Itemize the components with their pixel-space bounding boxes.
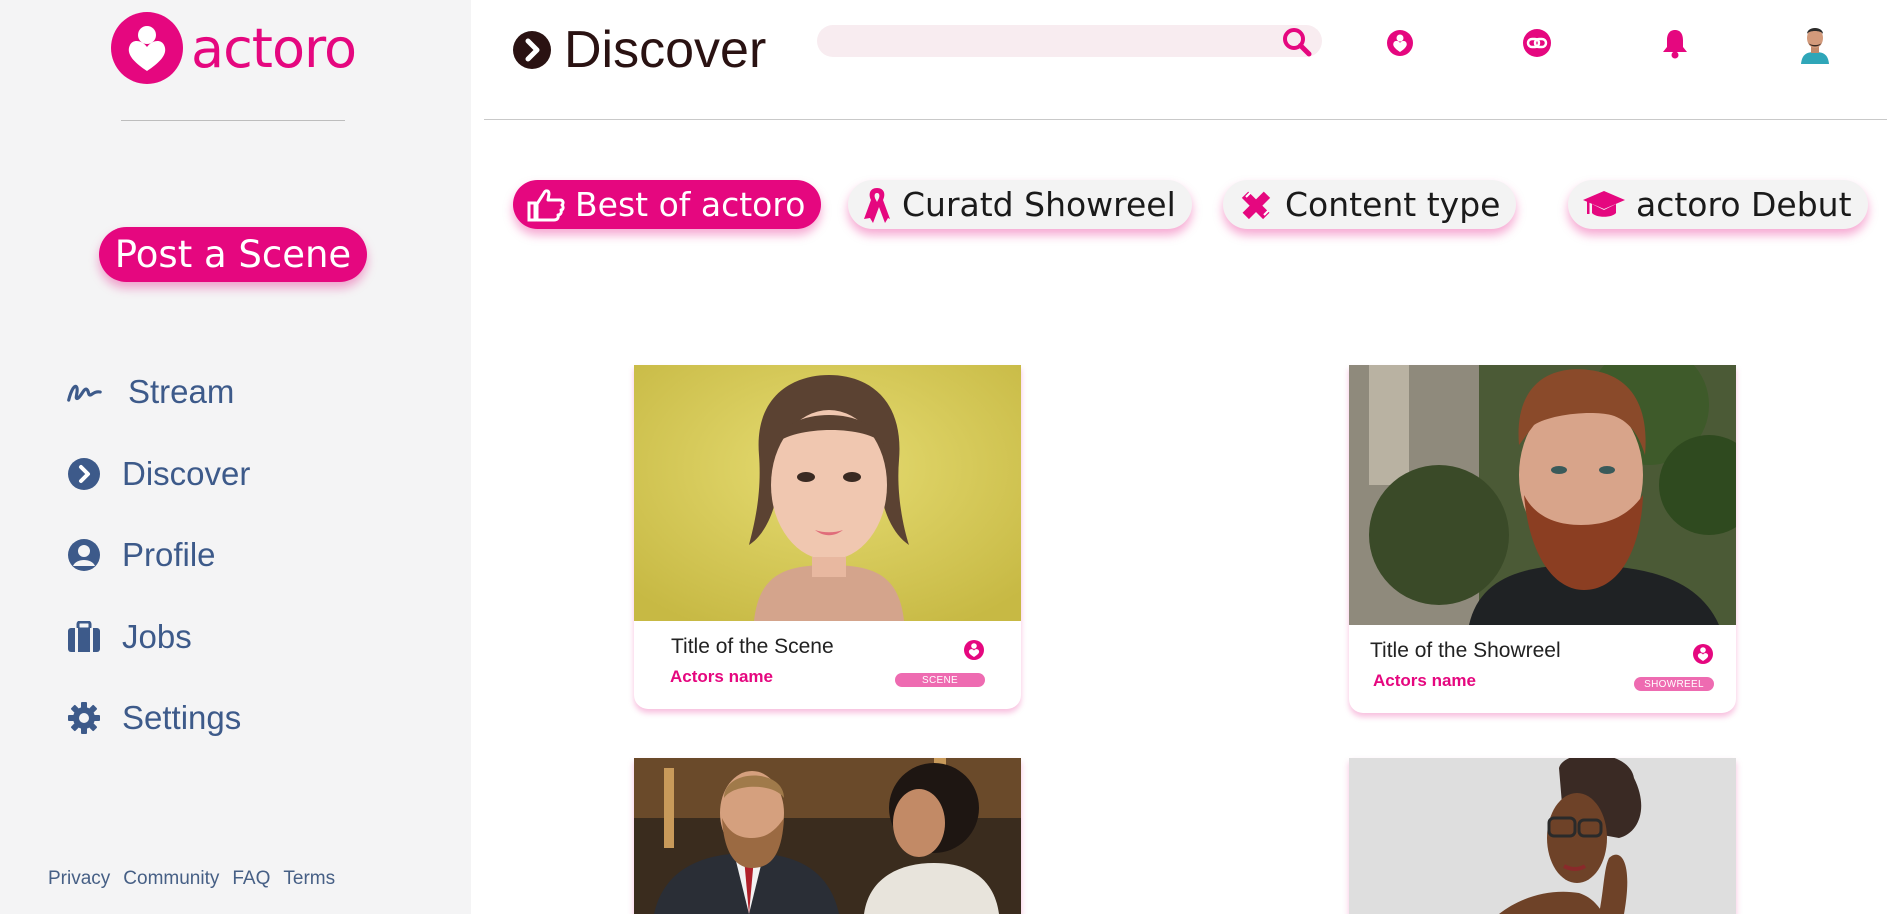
sidebar-item-profile[interactable]: Profile xyxy=(66,536,216,574)
sidebar-item-label: Settings xyxy=(122,699,242,736)
actoro-logo-icon xyxy=(111,12,183,84)
actoro-heart-icon[interactable] xyxy=(963,639,985,666)
footer-link-faq[interactable]: FAQ xyxy=(232,868,270,890)
sidebar-item-label: Profile xyxy=(122,536,216,573)
pencil-ruler-icon xyxy=(1241,191,1271,219)
footer-link-community[interactable]: Community xyxy=(123,868,219,890)
actoro-heart-icon[interactable] xyxy=(1382,25,1418,61)
filter-content-type[interactable]: Content type xyxy=(1223,180,1517,229)
content-type-badge: SCENE xyxy=(895,673,985,687)
search-icon[interactable] xyxy=(1282,27,1312,62)
sidebar-item-settings[interactable]: Settings xyxy=(66,699,241,737)
filter-label: Curatd Showreel xyxy=(902,185,1176,224)
chevron-circle-right-icon xyxy=(66,456,102,492)
thumbs-up-icon xyxy=(527,188,565,221)
page-title: Discover xyxy=(512,20,766,80)
scene-card[interactable] xyxy=(634,758,1021,914)
scene-card[interactable]: Title of the Scene Actors name SCENE xyxy=(634,365,1021,709)
sidebar-item-label: Jobs xyxy=(122,618,192,655)
search-bar xyxy=(817,25,1322,57)
filter-label: Best of actoro xyxy=(575,185,806,224)
filter-curated-showreel[interactable]: Curatd Showreel xyxy=(848,180,1192,229)
showreel-card[interactable] xyxy=(1349,758,1736,914)
sidebar-item-label: Discover xyxy=(122,455,251,492)
chevron-circle-right-icon xyxy=(513,31,551,69)
link-icon[interactable] xyxy=(1519,25,1555,61)
card-title: Title of the Showreel xyxy=(1370,639,1561,662)
sidebar-item-jobs[interactable]: Jobs xyxy=(66,618,192,656)
briefcase-icon xyxy=(66,619,102,655)
sidebar: actoro Post a Scene Stream Discover Prof… xyxy=(0,0,471,914)
bell-icon[interactable] xyxy=(1657,25,1693,61)
ribbon-icon xyxy=(864,187,890,223)
card-meta: Title of the Scene Actors name SCENE xyxy=(634,621,1021,709)
filter-best-of-actoro[interactable]: Best of actoro xyxy=(513,180,822,229)
footer-links: Privacy Community FAQ Terms xyxy=(48,868,348,890)
card-actor-name[interactable]: Actors name xyxy=(670,667,773,687)
graduation-cap-icon xyxy=(1583,190,1625,217)
logo[interactable]: actoro xyxy=(111,12,357,84)
app-root: actoro Post a Scene Stream Discover Prof… xyxy=(0,0,1887,914)
filter-label: Content type xyxy=(1285,185,1501,224)
header-divider xyxy=(484,119,1887,120)
scene-thumbnail xyxy=(634,758,1021,914)
user-circle-icon xyxy=(66,537,102,573)
sidebar-item-stream[interactable]: Stream xyxy=(66,373,234,411)
footer-link-privacy[interactable]: Privacy xyxy=(48,868,110,890)
showreel-thumbnail xyxy=(1349,758,1736,914)
search-input[interactable] xyxy=(833,29,1263,53)
card-meta: Title of the Showreel Actors name SHOWRE… xyxy=(1349,625,1736,713)
filter-label: actoro Debut xyxy=(1636,185,1852,224)
sidebar-divider xyxy=(121,120,345,121)
page-title-text: Discover xyxy=(564,21,767,79)
scene-thumbnail xyxy=(634,365,1021,621)
post-scene-button[interactable]: Post a Scene xyxy=(99,227,367,282)
stream-icon xyxy=(66,374,102,410)
sidebar-item-label: Stream xyxy=(128,373,235,410)
card-title: Title of the Scene xyxy=(671,635,834,658)
sidebar-item-discover[interactable]: Discover xyxy=(66,455,250,493)
filter-actoro-debut[interactable]: actoro Debut xyxy=(1568,180,1868,229)
content-type-badge: SHOWREEL xyxy=(1634,677,1714,691)
gear-icon xyxy=(66,700,102,736)
logo-text: actoro xyxy=(191,16,357,80)
user-avatar[interactable] xyxy=(1796,22,1834,64)
card-actor-name[interactable]: Actors name xyxy=(1373,671,1476,691)
actoro-heart-icon[interactable] xyxy=(1692,643,1714,670)
footer-link-terms[interactable]: Terms xyxy=(283,868,335,890)
showreel-thumbnail xyxy=(1349,365,1736,625)
showreel-card[interactable]: Title of the Showreel Actors name SHOWRE… xyxy=(1349,365,1736,713)
